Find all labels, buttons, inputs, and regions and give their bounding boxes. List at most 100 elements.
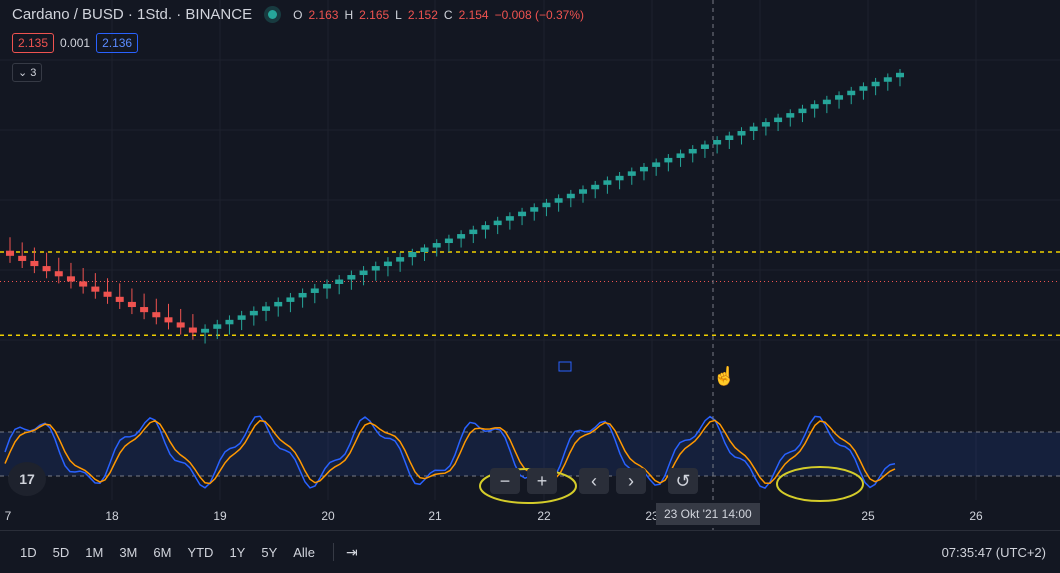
x-axis-label: 18 bbox=[105, 509, 119, 523]
candle-body bbox=[737, 131, 746, 136]
open-value: 2.163 bbox=[308, 7, 339, 22]
candle-body bbox=[579, 189, 588, 194]
candle-body bbox=[774, 117, 783, 123]
candle-body bbox=[79, 281, 88, 287]
candle-body bbox=[591, 184, 600, 190]
x-axis-label: 7 bbox=[4, 509, 12, 523]
candle-body bbox=[554, 198, 563, 203]
candle-body bbox=[822, 99, 831, 105]
candle-body bbox=[66, 276, 75, 282]
candle-body bbox=[835, 95, 844, 100]
candle-body bbox=[896, 72, 904, 78]
quote-row: 2.135 0.001 2.136 bbox=[12, 33, 139, 53]
range-button-1d[interactable]: 1D bbox=[16, 543, 41, 562]
candle-body bbox=[652, 162, 661, 167]
x-axis-label: 22 bbox=[537, 509, 551, 523]
candle-body bbox=[54, 271, 63, 277]
range-button-3m[interactable]: 3M bbox=[115, 543, 141, 562]
tradingview-logo-icon[interactable]: 17 bbox=[8, 462, 46, 496]
x-axis-label: 20 bbox=[321, 509, 335, 523]
high-key: H bbox=[344, 7, 354, 22]
range-button-6m[interactable]: 6M bbox=[149, 543, 175, 562]
candle-body bbox=[700, 144, 709, 149]
buy-button[interactable]: 2.136 bbox=[96, 33, 139, 53]
candle-body bbox=[91, 286, 100, 292]
candle-body bbox=[847, 90, 856, 96]
candle-body bbox=[530, 207, 539, 212]
market-open-indicator bbox=[268, 10, 278, 19]
x-axis-label: 19 bbox=[213, 509, 227, 523]
range-button-1y[interactable]: 1Y bbox=[225, 543, 249, 562]
candle-body bbox=[871, 81, 880, 87]
price-change: −0.008 (−0.37%) bbox=[494, 7, 584, 22]
candle-body bbox=[420, 247, 429, 252]
range-button-5d[interactable]: 5D bbox=[49, 543, 74, 562]
candle-body bbox=[566, 193, 575, 199]
range-button-alle[interactable]: Alle bbox=[289, 543, 319, 562]
candle-body bbox=[164, 317, 173, 323]
candle-body bbox=[237, 315, 246, 320]
candle-body bbox=[493, 220, 502, 226]
candle-body bbox=[761, 122, 770, 127]
candle-body bbox=[225, 319, 234, 325]
zoom-in-button[interactable]: + bbox=[527, 468, 557, 494]
sell-button[interactable]: 2.135 bbox=[12, 33, 55, 53]
range-button-5y[interactable]: 5Y bbox=[257, 543, 281, 562]
indicator-toggle[interactable]: ⌄ 3 bbox=[12, 63, 43, 82]
candle-body bbox=[18, 255, 27, 261]
candle-body bbox=[481, 225, 490, 230]
candle-body bbox=[201, 328, 210, 333]
low-value: 2.152 bbox=[407, 7, 438, 22]
high-value: 2.165 bbox=[359, 7, 390, 22]
candle-body bbox=[6, 250, 14, 256]
ohlc-values: O 2.163 H 2.165 L 2.152 C 2.154 −0.008 (−0.3… bbox=[293, 8, 584, 22]
goto-date-icon[interactable]: ⇥ bbox=[346, 544, 358, 561]
open-key: O bbox=[293, 7, 303, 22]
chart-header: Cardano / BUSD · 1Std. · BINANCE O 2.163 … bbox=[12, 6, 584, 23]
candle-body bbox=[140, 307, 149, 313]
x-axis-label: 26 bbox=[969, 509, 983, 523]
candle-body bbox=[176, 322, 185, 328]
scroll-left-button[interactable]: ‹ bbox=[579, 468, 609, 494]
candle-body bbox=[274, 301, 283, 307]
price-chart[interactable] bbox=[0, 0, 1060, 530]
candle-body bbox=[518, 211, 527, 217]
clock[interactable]: 07:35:47 (UTC+2) bbox=[942, 545, 1046, 560]
scroll-right-button[interactable]: › bbox=[616, 468, 646, 494]
candle-body bbox=[444, 238, 453, 244]
candle-body bbox=[469, 229, 478, 235]
candle-body bbox=[786, 113, 795, 118]
candle-body bbox=[603, 180, 612, 185]
zoom-out-button[interactable]: − bbox=[490, 468, 520, 494]
candle-body bbox=[103, 291, 112, 297]
candle-body bbox=[542, 202, 551, 208]
range-button-ytd[interactable]: YTD bbox=[183, 543, 217, 562]
candle-body bbox=[798, 108, 807, 114]
candle-body bbox=[322, 284, 331, 289]
symbol-title[interactable]: Cardano / BUSD · 1Std. · BINANCE bbox=[12, 6, 252, 23]
toolbar-divider bbox=[332, 543, 334, 561]
low-key: L bbox=[395, 7, 402, 22]
candle-body bbox=[335, 279, 344, 284]
candle-body bbox=[371, 266, 380, 271]
candle-body bbox=[639, 166, 648, 172]
reset-chart-button[interactable]: ↺ bbox=[668, 468, 698, 494]
x-axis-label: 25 bbox=[861, 509, 875, 523]
candle-body bbox=[627, 171, 636, 176]
candle-body bbox=[213, 324, 222, 329]
x-axis-label: 21 bbox=[428, 509, 442, 523]
candle-body bbox=[383, 261, 392, 267]
candle-body bbox=[359, 270, 368, 276]
candle-body bbox=[262, 306, 271, 311]
candle-body bbox=[688, 148, 697, 154]
candle-body bbox=[310, 288, 319, 293]
candle-body bbox=[810, 104, 819, 109]
candle-body bbox=[408, 252, 417, 258]
crosshair-marker bbox=[558, 361, 572, 372]
close-key: C bbox=[443, 7, 453, 22]
range-button-1m[interactable]: 1M bbox=[81, 543, 107, 562]
candle-body bbox=[249, 310, 258, 316]
candle-body bbox=[42, 266, 51, 272]
bottom-toolbar: 1D 5D 1M 3M 6M YTD 1Y 5Y Alle ⇥ 07:35:47 (UTC+2) bbox=[0, 530, 1060, 573]
hand-cursor-icon: ☝ bbox=[713, 366, 736, 386]
